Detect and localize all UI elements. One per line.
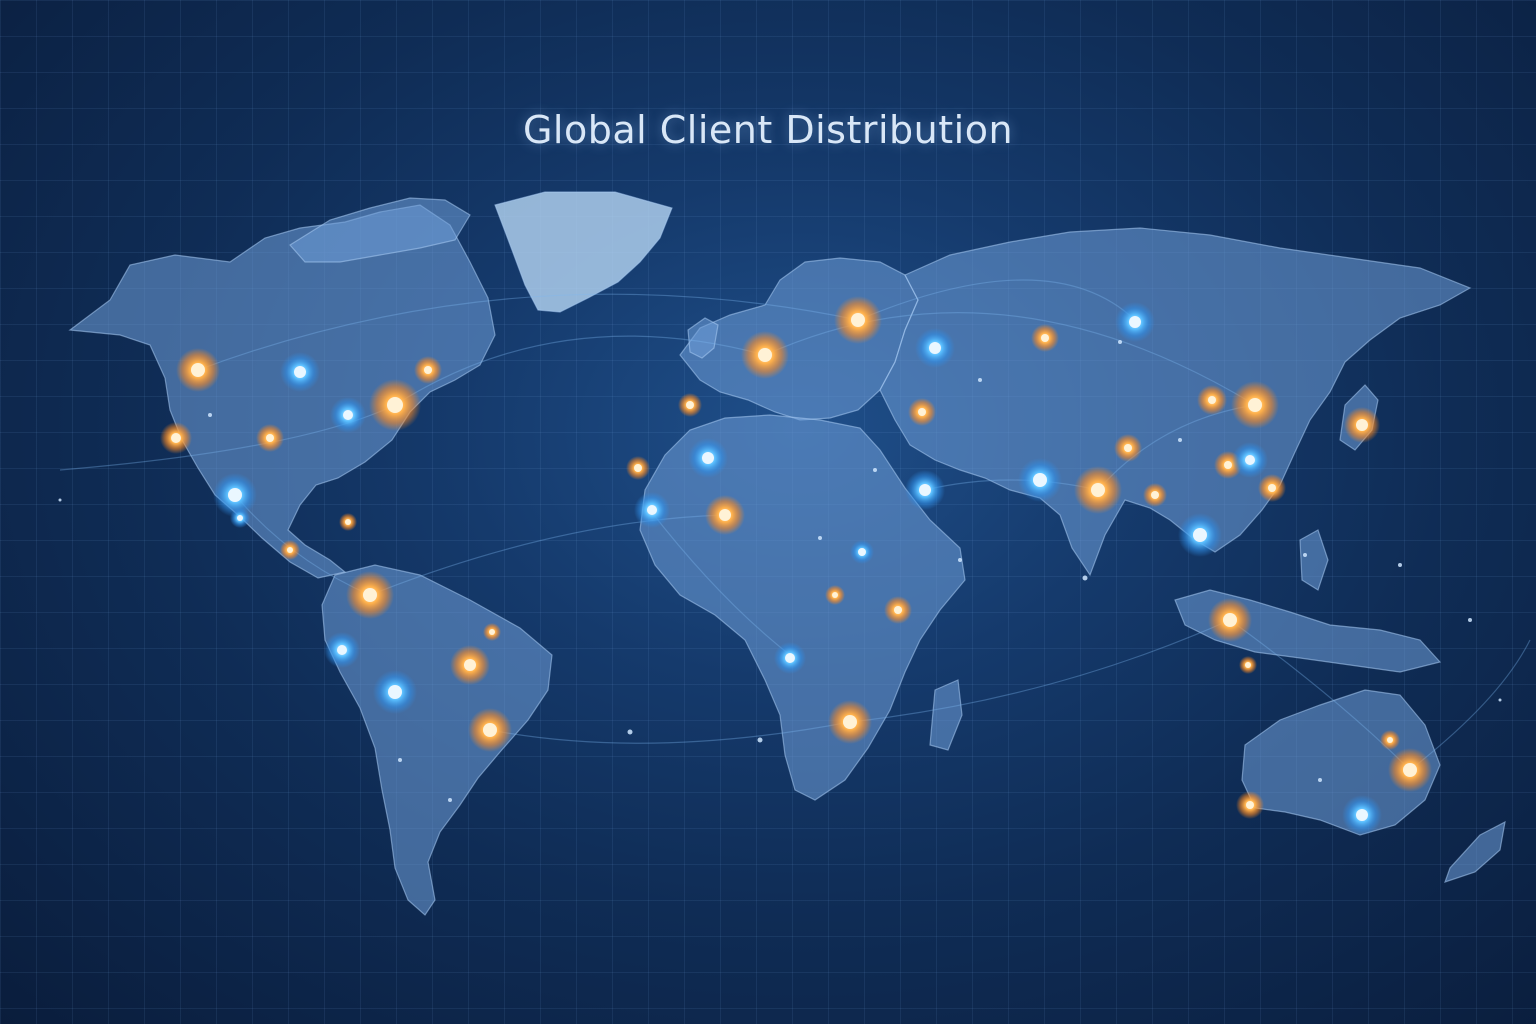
client-marker-orange[interactable] (1380, 730, 1400, 750)
client-marker-orange[interactable] (414, 356, 442, 384)
client-marker-orange[interactable] (280, 540, 300, 560)
client-marker-blue[interactable] (1232, 442, 1268, 478)
landmass-asia (879, 227, 1472, 577)
client-marker-orange[interactable] (1239, 656, 1257, 674)
client-marker-orange[interactable] (256, 424, 284, 452)
client-marker-blue[interactable] (850, 540, 874, 564)
client-marker-orange[interactable] (346, 571, 394, 619)
client-marker-blue[interactable] (1178, 513, 1222, 557)
client-marker-orange[interactable] (626, 456, 650, 480)
client-marker-orange[interactable] (1388, 748, 1432, 792)
client-marker-orange[interactable] (1231, 381, 1279, 429)
client-marker-orange[interactable] (741, 331, 789, 379)
client-marker-orange[interactable] (1197, 385, 1227, 415)
landmass-new-zealand (1444, 820, 1506, 883)
client-marker-blue[interactable] (915, 328, 955, 368)
client-marker-blue[interactable] (280, 352, 320, 392)
client-marker-blue[interactable] (230, 508, 250, 528)
client-marker-orange[interactable] (834, 296, 882, 344)
client-marker-blue[interactable] (774, 642, 806, 674)
client-marker-orange[interactable] (1208, 598, 1252, 642)
client-marker-orange[interactable] (1031, 324, 1059, 352)
client-marker-orange[interactable] (1236, 791, 1264, 819)
client-marker-orange[interactable] (1344, 407, 1380, 443)
client-marker-blue[interactable] (330, 397, 366, 433)
client-marker-orange[interactable] (1258, 474, 1286, 502)
client-marker-orange[interactable] (369, 379, 421, 431)
map-canvas: Global Client Distribution (0, 0, 1536, 1024)
client-marker-orange[interactable] (483, 623, 501, 641)
client-marker-orange[interactable] (1114, 434, 1142, 462)
client-marker-blue[interactable] (688, 438, 728, 478)
client-marker-blue[interactable] (1115, 302, 1155, 342)
client-marker-orange[interactable] (884, 596, 912, 624)
client-marker-orange[interactable] (339, 513, 357, 531)
landmass-madagascar (929, 679, 963, 751)
map-title: Global Client Distribution (522, 108, 1014, 152)
client-marker-orange[interactable] (705, 495, 745, 535)
client-marker-orange[interactable] (1074, 466, 1122, 514)
client-marker-blue[interactable] (1342, 795, 1382, 835)
client-marker-orange[interactable] (1143, 483, 1167, 507)
client-marker-orange[interactable] (450, 645, 490, 685)
landmass-south-america (321, 564, 553, 916)
client-marker-orange[interactable] (176, 348, 220, 392)
client-marker-orange[interactable] (828, 700, 872, 744)
client-marker-blue[interactable] (634, 492, 670, 528)
landmass-philippines (1299, 529, 1329, 591)
client-marker-orange[interactable] (908, 398, 936, 426)
client-marker-blue[interactable] (905, 470, 945, 510)
client-marker-orange[interactable] (678, 393, 702, 417)
client-marker-orange[interactable] (825, 585, 845, 605)
landmass-north-america (68, 204, 496, 579)
world-map (58, 191, 1531, 916)
client-marker-blue[interactable] (1018, 458, 1062, 502)
client-marker-orange[interactable] (468, 708, 512, 752)
client-marker-blue[interactable] (373, 670, 417, 714)
client-marker-blue[interactable] (324, 632, 360, 668)
client-marker-orange[interactable] (160, 422, 192, 454)
